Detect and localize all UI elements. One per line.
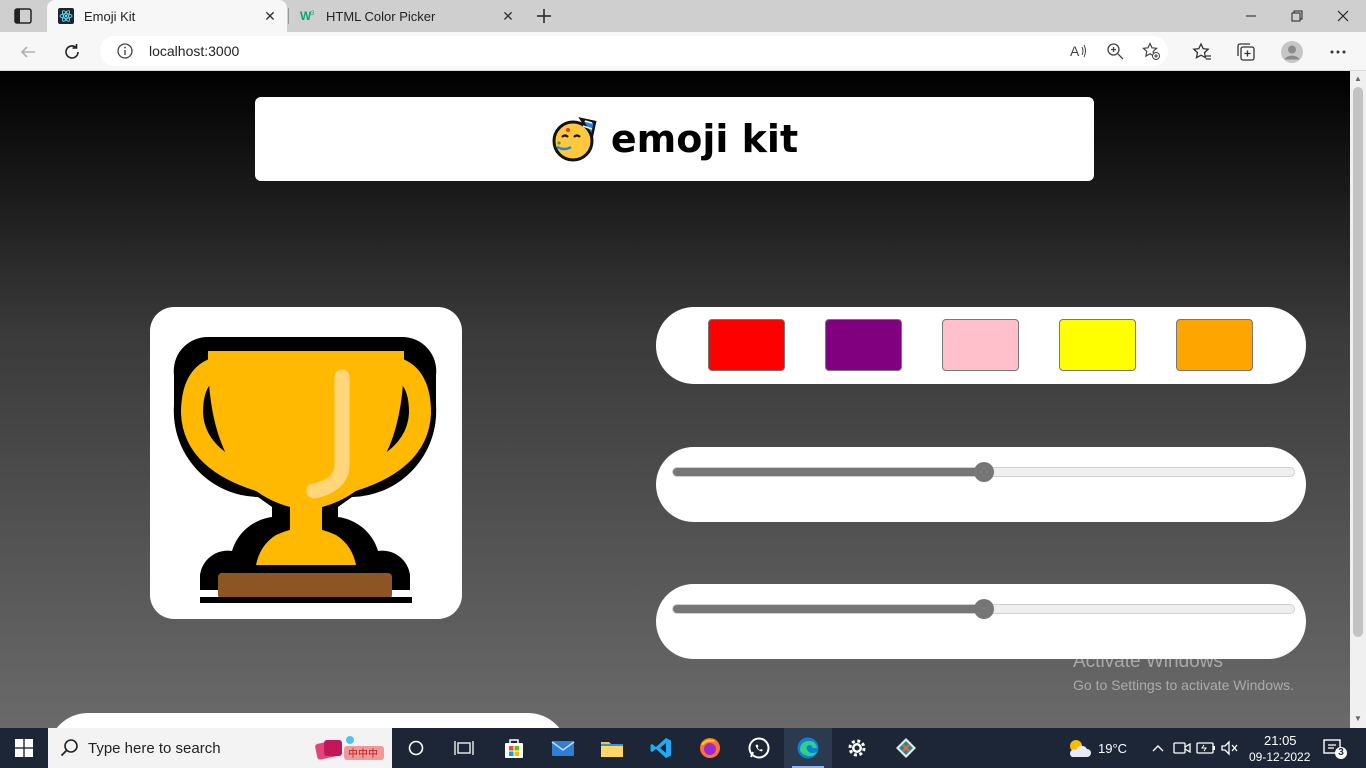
- browser-tab-strip: Emoji Kit ✕ W3 HTML Color Picker ✕: [0, 0, 1366, 32]
- search-placeholder: Type here to search: [88, 740, 221, 757]
- chevron-up-icon[interactable]: [1148, 738, 1168, 758]
- restore-icon[interactable]: [1274, 0, 1320, 32]
- firefox-icon[interactable]: [686, 728, 734, 768]
- emoji-preview-card: [150, 307, 462, 619]
- page-content: emoji kit Activate Windows Go to Setting…: [0, 71, 1350, 728]
- url-text: localhost:3000: [149, 43, 240, 59]
- collections-icon[interactable]: [1234, 40, 1258, 64]
- header-card: emoji kit: [255, 97, 1094, 181]
- react-icon: [58, 8, 74, 24]
- scroll-down-icon[interactable]: ▼: [1353, 714, 1363, 724]
- refresh-icon[interactable]: [60, 40, 84, 64]
- weather-temperature[interactable]: 19°C: [1098, 741, 1127, 756]
- tab-actions-icon[interactable]: [14, 8, 32, 24]
- weather-icon[interactable]: [1066, 738, 1092, 758]
- browser-toolbar: localhost:3000 A: [0, 32, 1366, 71]
- favorites-icon[interactable]: [1190, 40, 1214, 64]
- trophy-icon: [173, 336, 437, 603]
- slider-card-2: [656, 584, 1306, 659]
- slider-card-1: [656, 447, 1306, 522]
- watermark-title: Activate Windows: [1073, 651, 1223, 672]
- close-tab-icon[interactable]: ✕: [261, 7, 279, 25]
- address-bar[interactable]: localhost:3000 A: [100, 36, 1168, 66]
- battery-plug-icon[interactable]: [1196, 738, 1216, 758]
- tab-title: HTML Color Picker: [326, 8, 436, 24]
- slider-fill: [673, 605, 984, 613]
- profile-avatar-icon[interactable]: [1280, 40, 1304, 64]
- clock-time[interactable]: 21:05: [1264, 733, 1297, 748]
- svg-text:3: 3: [311, 11, 315, 17]
- swatch-purple[interactable]: [825, 319, 902, 371]
- svg-text:A: A: [1070, 43, 1080, 59]
- add-favorite-icon[interactable]: [1142, 42, 1160, 60]
- range-slider-2[interactable]: [672, 599, 1295, 619]
- windows-start-icon[interactable]: [0, 728, 48, 768]
- swatch-orange[interactable]: [1176, 319, 1253, 371]
- activate-windows-watermark: Activate Windows Go to Settings to activ…: [1073, 651, 1294, 693]
- color-swatch-bar: [656, 307, 1306, 384]
- microsoft-store-icon[interactable]: [490, 728, 538, 768]
- back-arrow-icon[interactable]: [16, 40, 40, 64]
- range-slider-1[interactable]: [672, 462, 1295, 482]
- slider-thumb[interactable]: [973, 599, 994, 619]
- search-highlight-icon: 中中中: [314, 732, 388, 764]
- minimize-icon[interactable]: [1228, 0, 1274, 32]
- file-explorer-icon[interactable]: [588, 728, 636, 768]
- mail-icon[interactable]: [539, 728, 587, 768]
- close-window-icon[interactable]: [1320, 0, 1366, 32]
- swatch-yellow[interactable]: [1059, 319, 1136, 371]
- new-tab-icon[interactable]: [534, 6, 554, 26]
- git-kraken-icon[interactable]: [882, 728, 930, 768]
- notification-count: 3: [1338, 747, 1344, 758]
- bottom-card: [48, 713, 568, 728]
- windows-taskbar: Type here to search 中中中 19°C 21:05 09-12…: [0, 728, 1366, 768]
- cortana-icon[interactable]: [392, 728, 440, 768]
- watermark-subtitle: Go to Settings to activate Windows.: [1073, 677, 1294, 693]
- task-view-icon[interactable]: [440, 728, 488, 768]
- app-title: emoji kit: [610, 117, 799, 161]
- close-tab-icon[interactable]: ✕: [499, 7, 517, 25]
- edge-icon[interactable]: [784, 728, 832, 768]
- slider-thumb[interactable]: [973, 462, 994, 482]
- settings-gear-icon[interactable]: [833, 728, 881, 768]
- vscode-icon[interactable]: [637, 728, 685, 768]
- scroll-up-icon[interactable]: ▲: [1353, 74, 1363, 84]
- w3schools-icon: W3: [300, 8, 316, 24]
- read-aloud-icon[interactable]: A: [1070, 42, 1088, 60]
- clock-date[interactable]: 09-12-2022: [1249, 750, 1310, 764]
- tab-title: Emoji Kit: [84, 8, 136, 24]
- notifications-icon[interactable]: 3: [1322, 738, 1348, 759]
- swatch-red[interactable]: [708, 319, 785, 371]
- speaker-muted-icon[interactable]: [1220, 738, 1240, 758]
- more-options-icon[interactable]: [1326, 40, 1350, 64]
- tab-emoji-kit[interactable]: Emoji Kit ✕: [47, 0, 287, 32]
- page-scrollbar[interactable]: ▲ ▼: [1350, 71, 1366, 728]
- slider-fill: [673, 468, 984, 476]
- info-icon[interactable]: [116, 42, 134, 60]
- search-icon: [60, 738, 80, 758]
- swatch-pink[interactable]: [942, 319, 1019, 371]
- whatsapp-icon[interactable]: [735, 728, 783, 768]
- taskbar-search-box[interactable]: Type here to search 中中中: [48, 728, 392, 768]
- partying-face-icon: [551, 115, 599, 163]
- scrollbar-thumb[interactable]: [1353, 87, 1363, 637]
- svg-text:中中中: 中中中: [348, 747, 378, 760]
- meet-now-icon[interactable]: [1172, 738, 1192, 758]
- zoom-icon[interactable]: [1106, 42, 1124, 60]
- tab-html-color-picker[interactable]: W3 HTML Color Picker ✕: [289, 0, 525, 32]
